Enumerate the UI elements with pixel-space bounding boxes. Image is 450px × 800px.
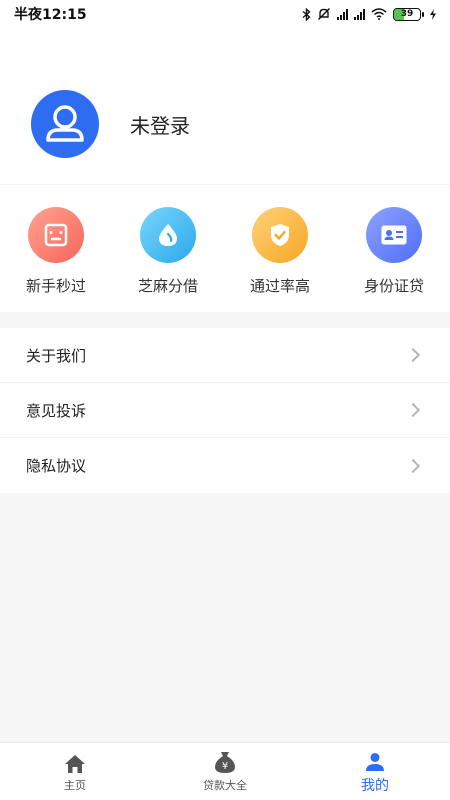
menu-item-label: 隐私协议	[26, 457, 87, 475]
svg-text:¥: ¥	[222, 761, 228, 772]
mute-icon	[318, 8, 330, 20]
menu-item-label: 关于我们	[26, 346, 87, 365]
status-bar: 半夜12:15 39	[0, 0, 450, 28]
tab-home[interactable]: 主页	[0, 743, 150, 800]
tab-label: 贷款大全	[203, 779, 247, 792]
feature-high-pass[interactable]: 通过率高	[224, 207, 336, 296]
feature-id-card[interactable]: 身份证贷	[338, 207, 450, 296]
tab-label: 我的	[361, 778, 389, 794]
settings-menu: 关于我们 意见投诉 隐私协议	[0, 328, 450, 493]
home-icon	[65, 755, 85, 773]
feature-label: 新手秒过	[25, 277, 86, 295]
feature-newbie[interactable]: 新手秒过	[0, 207, 112, 296]
tab-label: 主页	[64, 779, 86, 792]
status-icons: 39	[302, 7, 436, 21]
feature-label: 芝麻分借	[137, 277, 198, 295]
battery-icon: 39	[393, 7, 424, 21]
bluetooth-icon	[302, 7, 311, 21]
wifi-icon	[371, 8, 387, 20]
charging-icon	[430, 8, 436, 20]
user-icon	[366, 753, 384, 771]
feature-label: 通过率高	[249, 277, 310, 295]
menu-privacy[interactable]: 隐私协议	[0, 438, 450, 493]
menu-about-us[interactable]: 关于我们	[0, 328, 450, 383]
menu-item-label: 意见投诉	[26, 401, 87, 420]
chevron-right-icon	[405, 458, 421, 473]
hd-signal-icon	[337, 8, 348, 20]
hd-signal-icon	[354, 8, 365, 20]
form-icon	[28, 207, 84, 263]
profile-header: 未登录	[0, 28, 450, 184]
user-avatar-icon	[46, 105, 84, 142]
drop-icon	[140, 207, 196, 263]
feature-label: 身份证贷	[363, 277, 424, 295]
login-status[interactable]: 未登录	[130, 110, 190, 139]
tab-mine[interactable]: 我的	[300, 743, 450, 800]
money-bag-icon: ¥	[215, 752, 235, 773]
shield-check-icon	[252, 207, 308, 263]
feature-shortcuts: 新手秒过 芝麻分借 通过率高 身份证贷	[0, 184, 450, 312]
bottom-tab-bar: 主页 ¥ 贷款大全 我的	[0, 742, 450, 800]
chevron-right-icon	[405, 402, 421, 418]
menu-feedback[interactable]: 意见投诉	[0, 383, 450, 438]
feature-sesame[interactable]: 芝麻分借	[112, 207, 224, 296]
battery-level: 39	[400, 8, 414, 19]
status-time: 半夜12:15	[14, 7, 87, 23]
tab-loans[interactable]: ¥ 贷款大全	[150, 743, 300, 800]
chevron-right-icon	[405, 347, 421, 363]
id-card-icon	[366, 207, 422, 263]
avatar[interactable]	[31, 90, 99, 158]
